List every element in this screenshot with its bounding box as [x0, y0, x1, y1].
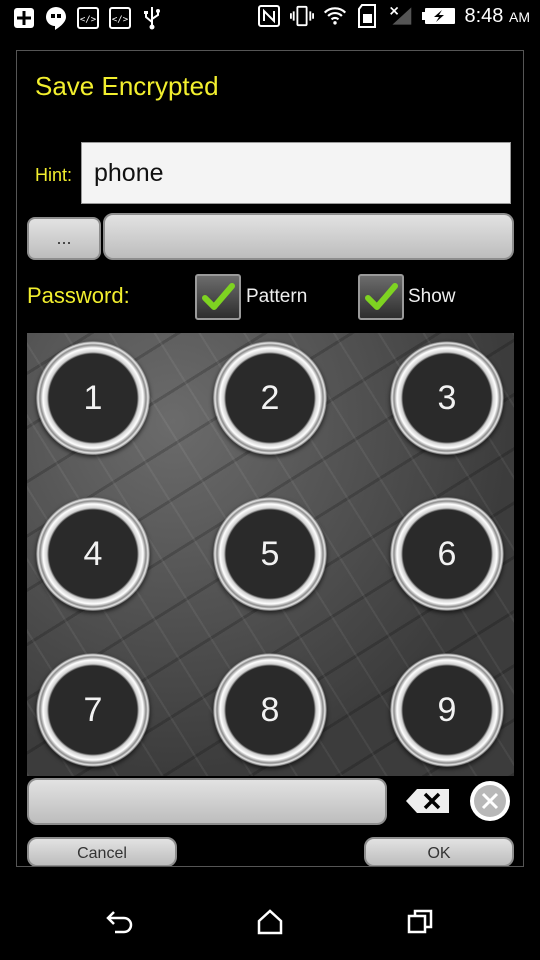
- show-checkbox[interactable]: [358, 274, 404, 320]
- show-label: Show: [408, 286, 456, 307]
- pattern-key-6[interactable]: 6: [390, 497, 504, 611]
- pattern-key-9[interactable]: 9: [390, 653, 504, 767]
- hangouts-icon: [44, 6, 68, 30]
- recents-icon[interactable]: [400, 902, 440, 942]
- pattern-checkbox[interactable]: [195, 274, 241, 320]
- checkmark-icon: [365, 283, 398, 310]
- usb-icon: [140, 6, 164, 30]
- pattern-key-3[interactable]: 3: [390, 341, 504, 455]
- nfc-icon: [257, 4, 281, 28]
- code-icon: </>: [108, 6, 132, 30]
- cancel-button[interactable]: Cancel: [27, 837, 177, 866]
- navigation-bar: [0, 878, 540, 960]
- svg-text:</>: </>: [80, 15, 97, 25]
- battery-charging-icon: [421, 4, 456, 28]
- checkmark-icon: [202, 283, 235, 310]
- save-encrypted-dialog: Save Encrypted Hint: ... Password: Patte…: [16, 50, 524, 867]
- pattern-key-4[interactable]: 4: [36, 497, 150, 611]
- hint-label: Hint:: [35, 165, 73, 185]
- pattern-key-5[interactable]: 5: [213, 497, 327, 611]
- sd-card-icon: [356, 4, 380, 28]
- clear-icon[interactable]: [469, 780, 511, 822]
- add-box-icon: [12, 6, 36, 30]
- pattern-key-2[interactable]: 2: [213, 341, 327, 455]
- password-label: Password:: [27, 283, 130, 308]
- pattern-label: Pattern: [246, 286, 308, 307]
- pattern-grid[interactable]: 1 2 3 4 5 6 7 8 9: [27, 333, 514, 776]
- password-field[interactable]: [27, 778, 387, 825]
- signal-off-icon: [389, 4, 413, 28]
- vibrate-icon: [289, 4, 314, 28]
- svg-text:</>: </>: [112, 15, 129, 25]
- ok-button[interactable]: OK: [364, 837, 514, 866]
- status-bar: </> </> 8:48 AM: [0, 0, 540, 38]
- clock: 8:48 AM: [464, 4, 531, 27]
- pattern-key-7[interactable]: 7: [36, 653, 150, 767]
- file-path-field[interactable]: [103, 213, 514, 260]
- browse-button[interactable]: ...: [27, 217, 101, 260]
- back-icon[interactable]: [100, 902, 140, 942]
- dialog-title: Save Encrypted: [35, 71, 219, 101]
- backspace-icon[interactable]: [405, 788, 451, 814]
- pattern-key-8[interactable]: 8: [213, 653, 327, 767]
- pattern-key-1[interactable]: 1: [36, 341, 150, 455]
- wifi-icon: [323, 4, 347, 28]
- code-icon: </>: [76, 6, 100, 30]
- hint-input[interactable]: [81, 142, 511, 204]
- home-icon[interactable]: [250, 902, 290, 942]
